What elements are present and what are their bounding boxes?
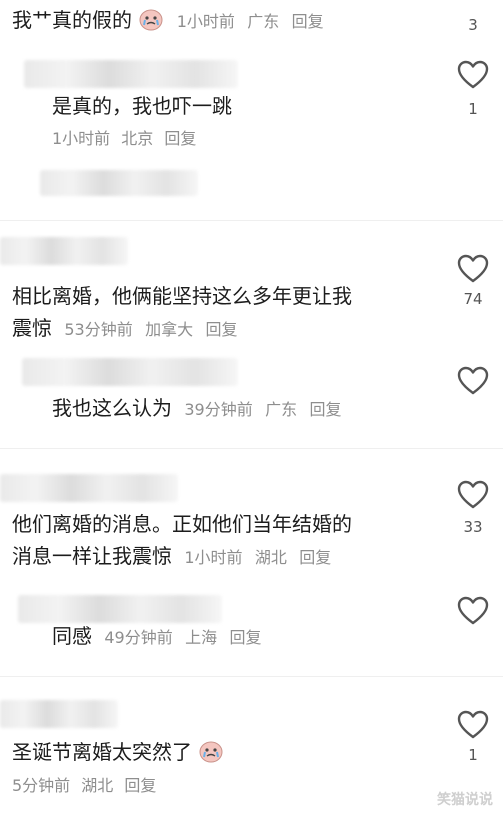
comment-location: 湖北 — [81, 776, 114, 795]
crying-face-icon — [138, 7, 164, 38]
reply-button[interactable]: 回复 — [164, 129, 196, 148]
blurred-username — [24, 60, 238, 88]
comment-time: 1小时前 — [52, 129, 111, 148]
reply-button[interactable]: 回复 — [124, 776, 156, 795]
comment-text: 我也这么认为 39分钟前 广东 回复 — [52, 394, 341, 424]
comment-text: 我艹真的假的 1小时前 广东 回复 — [12, 6, 324, 38]
comment-content: 圣诞节离婚太突然了 — [12, 740, 192, 764]
reply-button[interactable]: 回复 — [205, 320, 237, 339]
watermark: 笑猫说说 — [437, 792, 493, 808]
reply-button[interactable]: 回复 — [299, 548, 331, 567]
blurred-username — [22, 358, 238, 386]
comment-content-line2: 震惊 — [12, 316, 52, 340]
divider — [0, 448, 503, 449]
blurred-username — [0, 237, 128, 265]
reply-button[interactable]: 回复 — [309, 400, 341, 419]
comment-time: 49分钟前 — [104, 628, 173, 647]
comment-location: 加拿大 — [145, 320, 194, 339]
reply-button[interactable]: 回复 — [229, 628, 261, 647]
divider — [0, 220, 503, 221]
comment-content-line2: 消息一样让我震惊 — [12, 544, 172, 568]
like-count: 1 — [468, 100, 478, 118]
divider — [0, 676, 503, 677]
blurred-username — [0, 474, 178, 502]
blurred-username — [18, 595, 222, 623]
like-count: 74 — [463, 290, 483, 308]
comment-content: 是真的，我也吓一跳 — [52, 94, 232, 118]
crying-face-icon — [198, 739, 224, 770]
like-count: 1 — [468, 746, 478, 764]
comment-content: 我艹真的假的 — [12, 8, 132, 32]
blurred-expand — [40, 170, 198, 196]
comment-time: 5分钟前 — [12, 776, 71, 795]
comment-time: 53分钟前 — [64, 320, 133, 339]
comment-content: 同感 — [52, 624, 92, 648]
heart-icon[interactable] — [456, 254, 490, 284]
comment-text: 震惊 53分钟前 加拿大 回复 — [12, 314, 237, 344]
heart-icon[interactable] — [456, 596, 490, 626]
heart-icon[interactable] — [456, 480, 490, 510]
comment-time: 1小时前 — [176, 12, 235, 31]
comment-content-line1: 相比离婚，他俩能坚持这么多年更让我 — [12, 284, 352, 308]
like-count: 33 — [463, 518, 483, 536]
comment-location: 北京 — [121, 129, 154, 148]
comment-time: 1小时前 — [184, 548, 243, 567]
like-count: 3 — [468, 16, 478, 34]
comment-time: 39分钟前 — [184, 400, 253, 419]
heart-icon[interactable] — [456, 710, 490, 740]
comment-meta: 5分钟前 湖北 回复 — [12, 772, 162, 796]
comment-content: 我也这么认为 — [52, 396, 172, 420]
comment-location: 广东 — [265, 400, 298, 419]
comment-text: 同感 49分钟前 上海 回复 — [52, 622, 261, 652]
comment-location: 湖北 — [254, 548, 287, 567]
comment-location: 上海 — [185, 628, 218, 647]
heart-icon[interactable] — [456, 366, 490, 396]
blurred-username — [0, 700, 118, 728]
heart-icon[interactable] — [456, 60, 490, 90]
comment-text: 消息一样让我震惊 1小时前 湖北 回复 — [12, 542, 331, 572]
comment-location: 广东 — [247, 12, 280, 31]
comment-meta: 1小时前 北京 回复 — [52, 125, 202, 149]
comment-content-line1: 他们离婚的消息。正如他们当年结婚的 — [12, 512, 352, 536]
comment-text: 圣诞节离婚太突然了 — [12, 738, 224, 770]
reply-button[interactable]: 回复 — [292, 12, 324, 31]
